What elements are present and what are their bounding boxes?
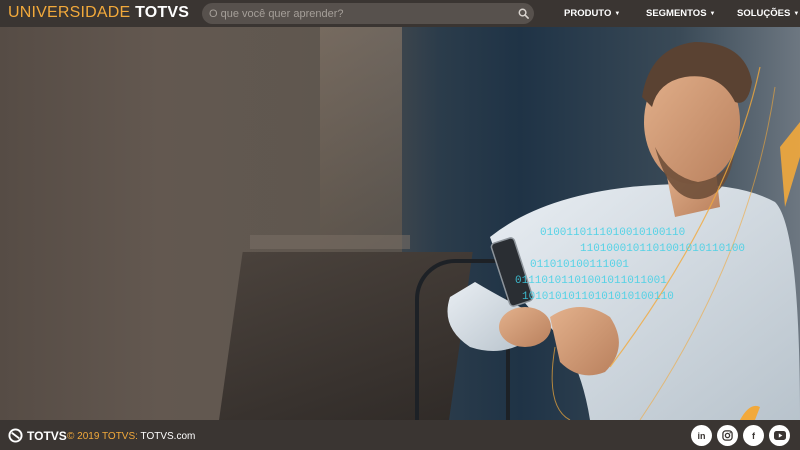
brand-bold-text: TOTVS (135, 4, 190, 21)
background-sill (250, 235, 410, 249)
site-link[interactable]: TOTVS.com (141, 431, 196, 442)
totvs-footer-logo[interactable]: TOTVS (8, 428, 67, 443)
totvs-logo-icon (8, 428, 23, 443)
hero-banner: 0100110111010010100110 11010001011010010… (0, 27, 800, 420)
copyright-label: © 2019 TOTVS: (67, 431, 141, 442)
top-navigation-bar: UNIVERSIDADE TOTVS PRODUTO ▼ SEGMENTOS ▼… (0, 0, 800, 27)
binary-line: 10101010110101010100110 (522, 291, 674, 303)
footer-bar: TOTVS © 2019 TOTVS: TOTVS.com in f (0, 420, 800, 450)
chevron-down-icon: ▼ (793, 10, 800, 17)
binary-line: 011010100111001 (530, 259, 629, 271)
copyright-text: © 2019 TOTVS: TOTVS.com (67, 431, 195, 442)
footer-logo-text: TOTVS (27, 428, 67, 443)
chevron-down-icon: ▼ (614, 10, 621, 17)
instagram-icon[interactable] (717, 425, 738, 446)
nav-solucoes-label: SOLUÇÕES (737, 8, 791, 19)
binary-line: 0100110111010010100110 (540, 227, 685, 239)
nav-produto[interactable]: PRODUTO ▼ (564, 8, 620, 19)
binary-line: 1101000101101001010110100 (580, 243, 745, 255)
chevron-down-icon: ▼ (709, 10, 716, 17)
brand-light-text: UNIVERSIDADE (8, 4, 136, 21)
facebook-label: f (752, 430, 755, 441)
social-links: in f (691, 425, 790, 446)
background-wall (320, 27, 402, 267)
linkedin-label: in (697, 430, 706, 441)
hero-person-illustration: 0100110111010010100110 11010001011010010… (447, 42, 800, 420)
search-icon[interactable] (512, 3, 534, 24)
search-bar (202, 3, 534, 24)
nav-segmentos[interactable]: SEGMENTOS ▼ (646, 8, 715, 19)
universidade-totvs-logo[interactable]: UNIVERSIDADE TOTVS (8, 4, 189, 22)
nav-produto-label: PRODUTO (564, 8, 612, 19)
nav-solucoes[interactable]: SOLUÇÕES ▼ (737, 8, 799, 19)
youtube-icon[interactable] (769, 425, 790, 446)
linkedin-icon[interactable]: in (691, 425, 712, 446)
facebook-icon[interactable]: f (743, 425, 764, 446)
binary-line: 01110101101001011011001 (515, 275, 667, 287)
search-input[interactable] (202, 3, 512, 24)
nav-segmentos-label: SEGMENTOS (646, 8, 707, 19)
